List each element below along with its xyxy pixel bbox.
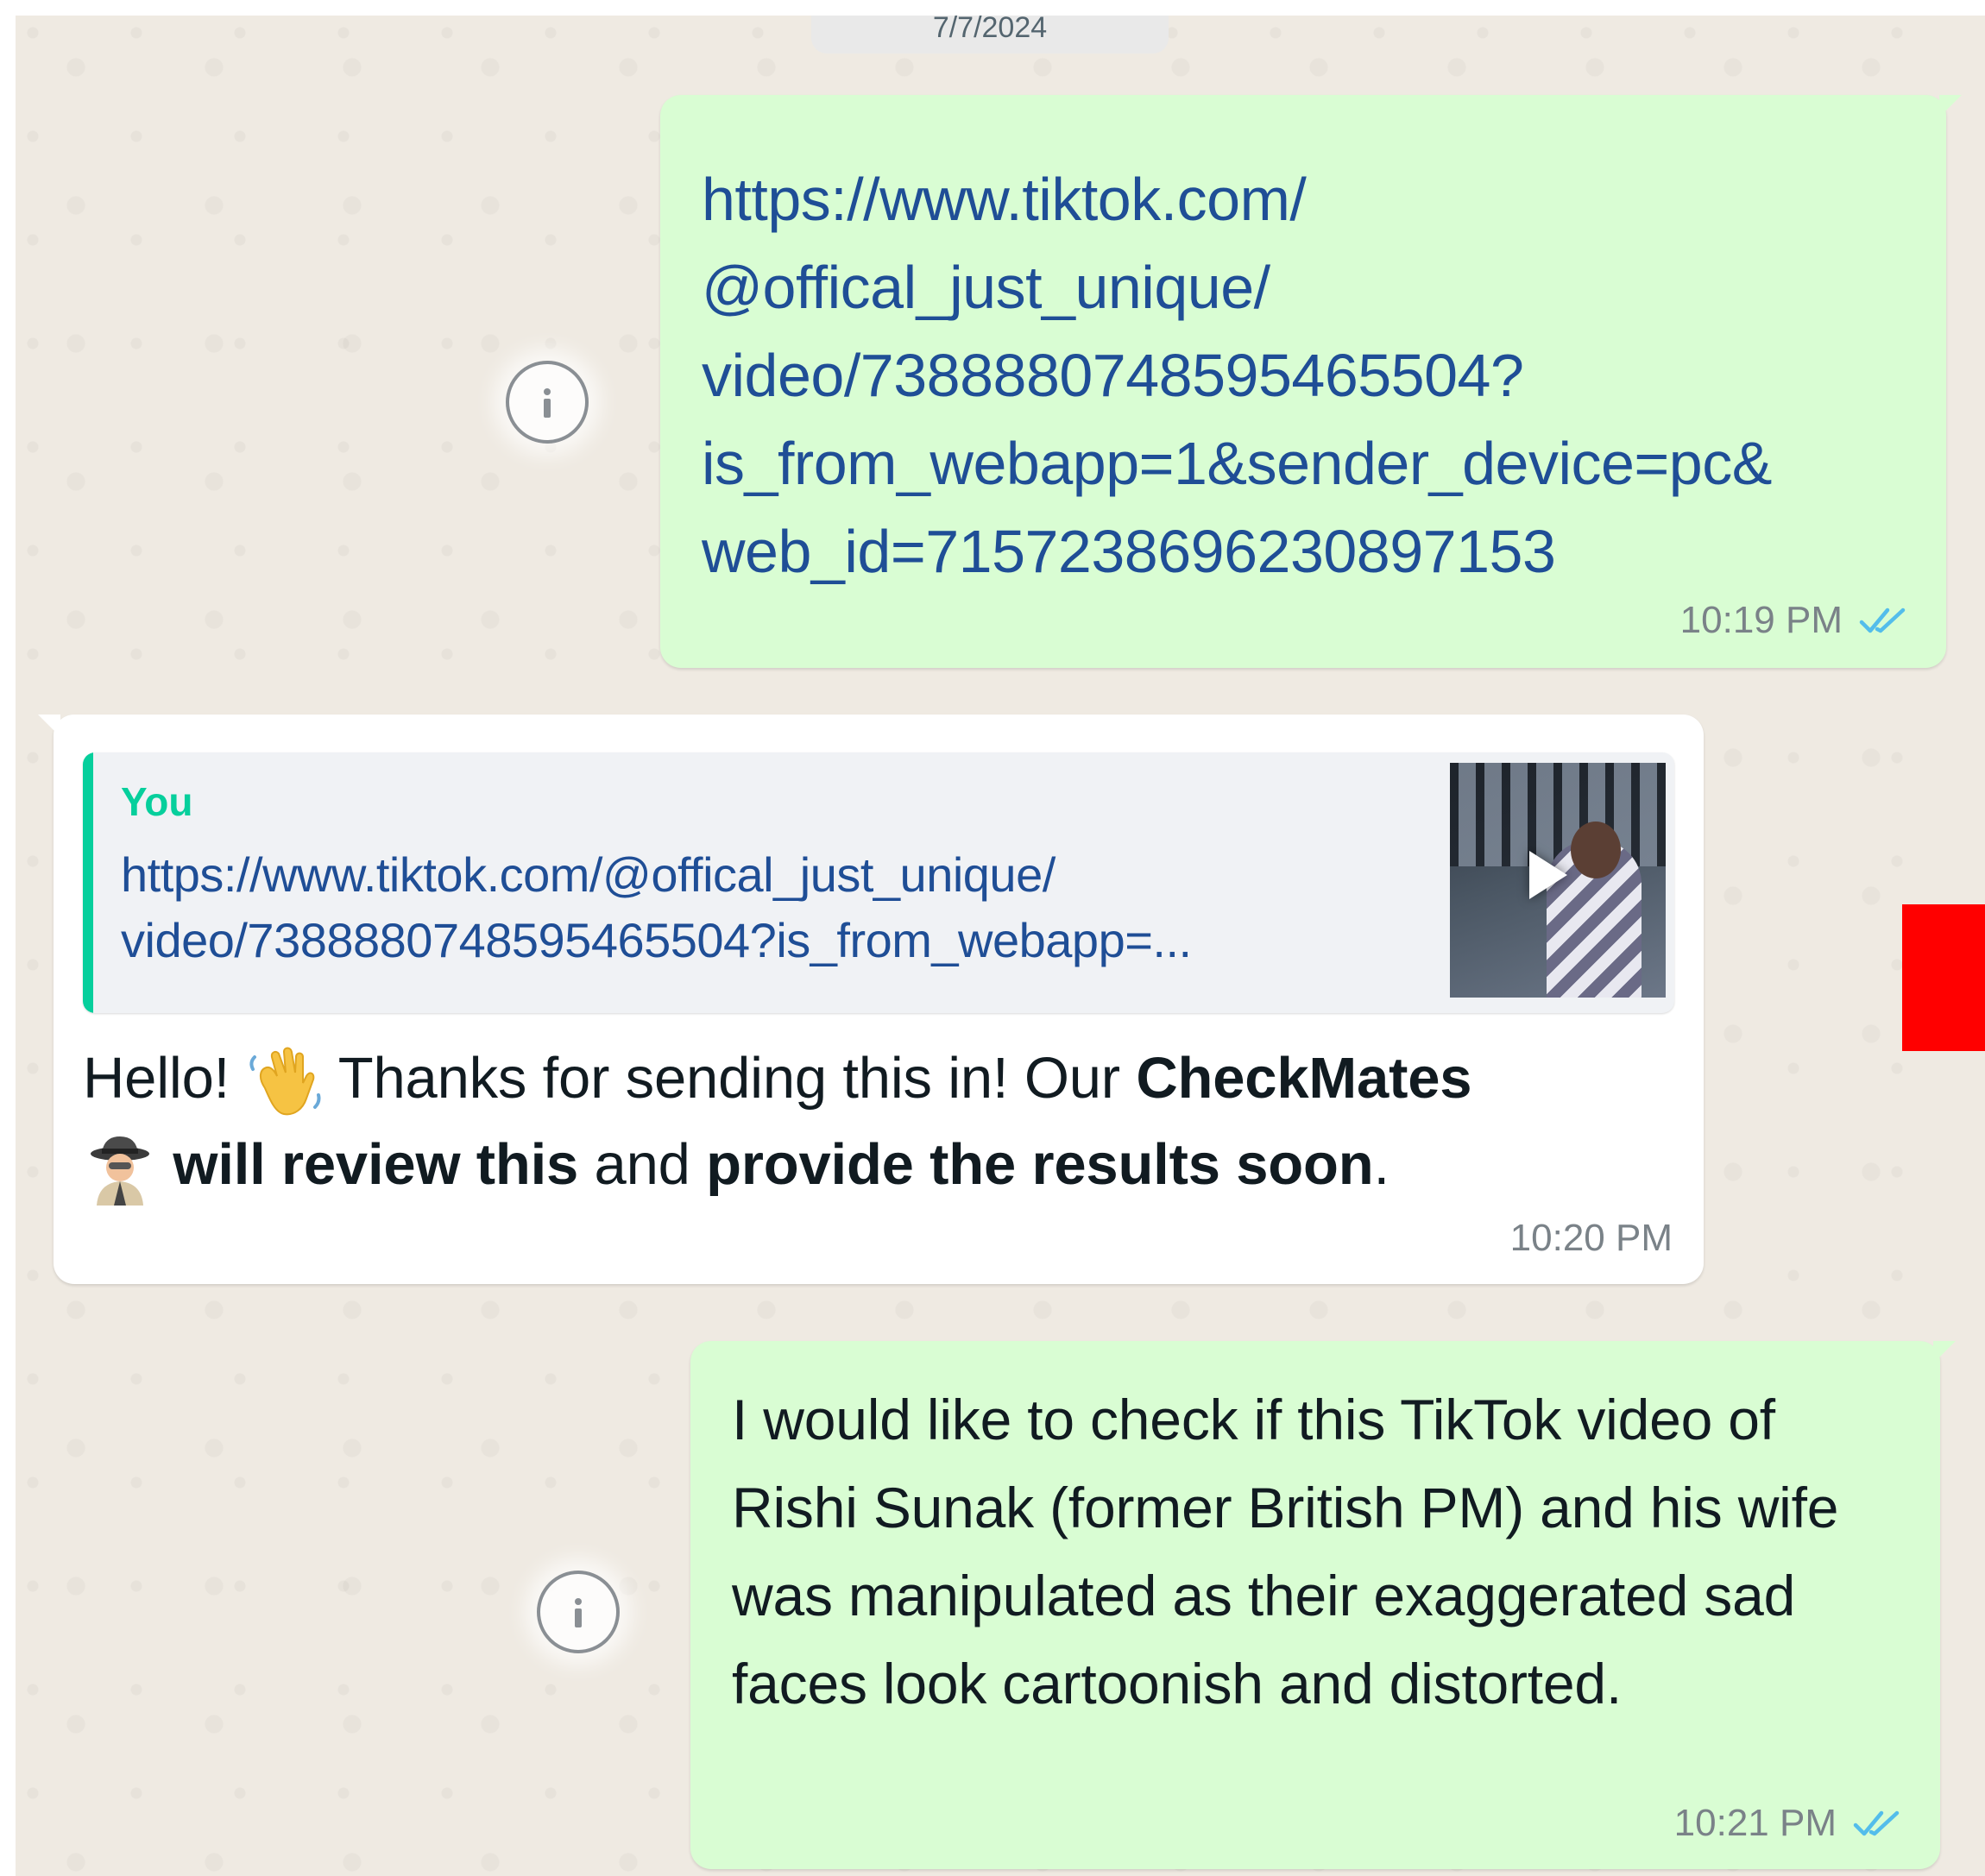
message-meta: 10:19 PM [1680, 599, 1912, 642]
bubble-tail [1933, 1341, 1956, 1363]
quote-line-2: video/7388880748595465504?is_from_webapp… [121, 913, 1192, 967]
quote-accent-bar [83, 752, 93, 1013]
quote-text: https://www.tiktok.com/@offical_just_uni… [121, 842, 1407, 973]
info-icon [575, 1598, 582, 1627]
bubble-tail [1939, 95, 1962, 117]
video-thumbnail[interactable] [1450, 763, 1666, 998]
bubble-tail [38, 715, 60, 737]
outgoing-message[interactable]: I would like to check if this TikTok vid… [690, 1341, 1956, 1869]
message-meta: 10:21 PM [1674, 1802, 1906, 1845]
incoming-message[interactable]: You https://www.tiktok.com/@offical_just… [38, 715, 1704, 1284]
message-time: 10:21 PM [1673, 1802, 1837, 1844]
thumbnail-head [1571, 822, 1621, 878]
play-icon [1529, 851, 1567, 899]
bold-text: provide the results soon [706, 1132, 1374, 1197]
bold-text: CheckMates [1136, 1046, 1472, 1111]
message-text: Hello! Thanks for sending this in! Our C… [83, 1036, 1674, 1208]
text-part: and [578, 1132, 707, 1197]
quoted-message[interactable]: You https://www.tiktok.com/@offical_just… [83, 752, 1674, 1013]
message-link[interactable]: https://www.tiktok.com/ @offical_just_un… [702, 155, 1877, 595]
info-icon [544, 388, 551, 418]
text-part: Thanks for sending this in! Our [323, 1046, 1137, 1111]
chat-panel: 7/7/2024 https://www.tiktok.com/ @offica… [16, 16, 1985, 1876]
double-check-icon [1853, 1810, 1900, 1836]
text-part: . [1373, 1132, 1390, 1197]
date-separator: 7/7/2024 [811, 16, 1169, 54]
message-time: 10:20 PM [1509, 1217, 1673, 1259]
message-info-button[interactable] [537, 1571, 620, 1653]
waving-hand-emoji [249, 1047, 321, 1116]
message-info-button[interactable] [506, 361, 589, 444]
text-part: Hello! [83, 1046, 246, 1111]
quote-author: You [121, 779, 193, 824]
message-text: I would like to check if this TikTok vid… [732, 1388, 1839, 1715]
redaction-block [1902, 904, 1985, 1051]
message-time: 10:19 PM [1679, 599, 1843, 641]
detective-emoji [91, 1136, 149, 1206]
bold-text: will review this [157, 1132, 579, 1197]
message-meta: 10:20 PM [1510, 1217, 1673, 1260]
double-check-icon [1859, 607, 1906, 633]
quote-line-1: https://www.tiktok.com/@offical_just_uni… [121, 847, 1056, 902]
outgoing-message[interactable]: https://www.tiktok.com/ @offical_just_un… [660, 95, 1962, 668]
